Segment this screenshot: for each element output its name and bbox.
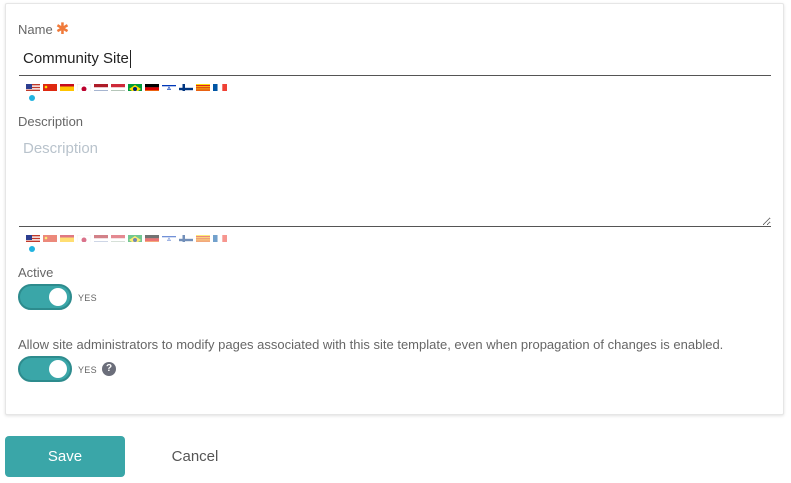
flag-il-icon[interactable] — [162, 81, 176, 91]
name-label-text: Name — [18, 22, 53, 37]
flag-es-icon[interactable] — [60, 232, 74, 242]
active-language-indicator — [29, 246, 35, 252]
toggle-knob — [49, 360, 67, 378]
name-input-value: Community Site — [23, 50, 129, 67]
flag-ca-icon[interactable] — [196, 232, 210, 242]
text-caret — [129, 50, 131, 69]
save-button[interactable]: Save — [5, 436, 125, 477]
flag-fr-icon[interactable] — [213, 232, 227, 242]
cancel-button[interactable]: Cancel — [150, 436, 240, 477]
flag-us-icon[interactable] — [26, 81, 40, 91]
flag-hu-icon[interactable] — [111, 232, 125, 242]
flag-br-icon[interactable] — [128, 232, 142, 242]
active-language-indicator — [29, 95, 35, 101]
help-icon[interactable]: ? — [102, 362, 116, 376]
description-language-selector — [26, 232, 227, 248]
flag-de-icon[interactable] — [145, 232, 159, 242]
name-language-selector — [26, 81, 227, 97]
site-template-form: Name ✱ Community Site Description Descri… — [5, 3, 784, 415]
flag-fi-icon[interactable] — [179, 232, 193, 242]
flag-il-icon[interactable] — [162, 232, 176, 242]
name-input[interactable]: Community Site — [19, 44, 771, 76]
flag-cn-icon[interactable] — [43, 81, 57, 91]
flag-us-icon[interactable] — [26, 232, 40, 242]
description-label: Description — [18, 114, 84, 129]
flag-es-icon[interactable] — [60, 81, 74, 91]
toggle-knob — [49, 288, 67, 306]
flag-fr-icon[interactable] — [213, 81, 227, 91]
flag-jp-icon[interactable] — [77, 232, 91, 242]
flag-fi-icon[interactable] — [179, 81, 193, 91]
active-state-text: YES — [78, 293, 97, 303]
flag-cn-icon[interactable] — [43, 232, 57, 242]
flag-ca-icon[interactable] — [196, 81, 210, 91]
required-icon: ✱ — [55, 21, 70, 38]
name-label: Name ✱ — [18, 21, 70, 38]
description-input[interactable] — [19, 132, 771, 227]
allow-modify-toggle[interactable] — [18, 356, 72, 382]
allow-modify-label: Allow site administrators to modify page… — [18, 337, 724, 352]
flag-br-icon[interactable] — [128, 81, 142, 91]
active-label: Active — [18, 265, 54, 280]
flag-nl-icon[interactable] — [94, 81, 108, 91]
flag-nl-icon[interactable] — [94, 232, 108, 242]
flag-jp-icon[interactable] — [77, 81, 91, 91]
active-toggle[interactable] — [18, 284, 72, 310]
allow-modify-state-text: YES — [78, 365, 97, 375]
flag-hu-icon[interactable] — [111, 81, 125, 91]
flag-de-icon[interactable] — [145, 81, 159, 91]
